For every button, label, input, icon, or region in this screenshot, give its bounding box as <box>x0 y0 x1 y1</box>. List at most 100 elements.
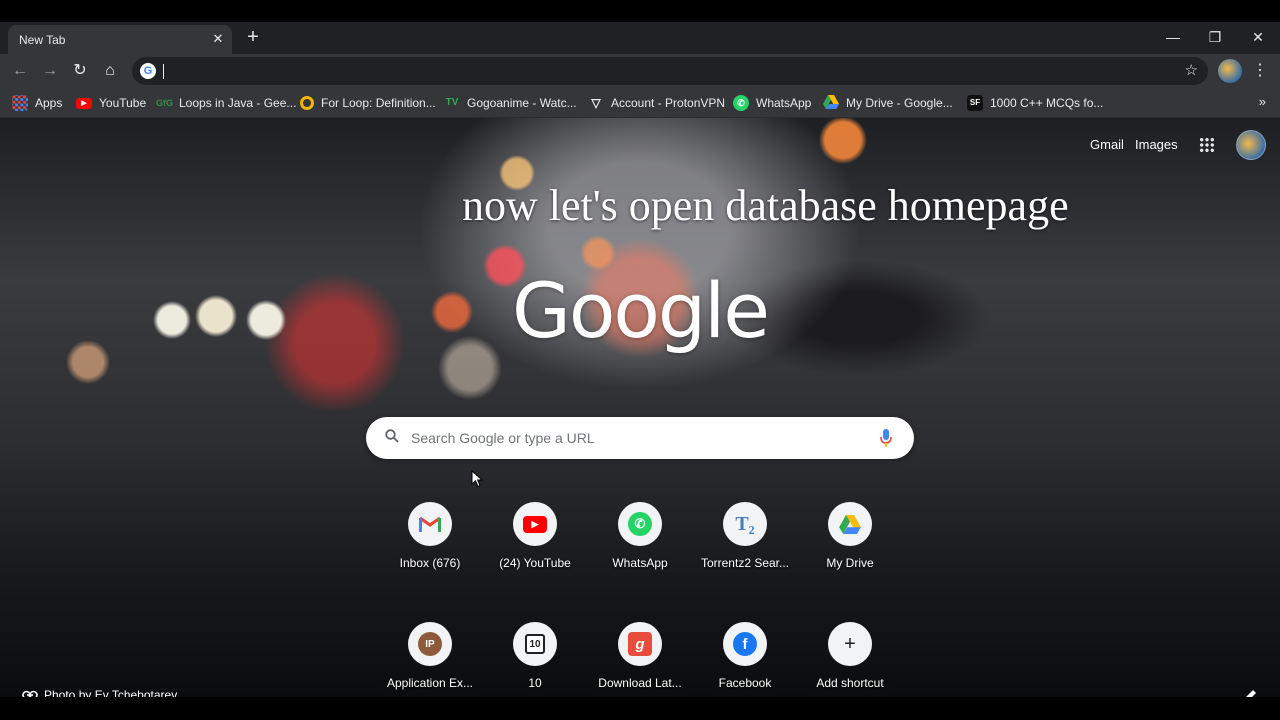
video-caption: now let's open database homepage <box>462 181 1069 230</box>
gogoanime-icon: TV <box>445 97 459 108</box>
bookmark-gogoanime[interactable]: TV Gogoanime - Watc... <box>444 94 577 112</box>
google-logo: Google <box>512 266 770 355</box>
shortcut-application-ex[interactable]: IP Application Ex... <box>378 622 482 697</box>
forward-button[interactable]: → <box>39 60 61 82</box>
shortcut-label: Inbox (676) <box>399 556 461 570</box>
tab-strip: New Tab ✕ + — ❐ ✕ <box>0 22 1280 54</box>
letterbox-top <box>0 0 1280 22</box>
bookmarks-bar: Apps ▶ YouTube GfG Loops in Java - Gee..… <box>0 88 1280 118</box>
bookmark-label: Gogoanime - Watc... <box>467 96 577 110</box>
whatsapp-icon: ✆ <box>628 512 652 536</box>
bookmark-apps[interactable]: Apps <box>12 94 62 112</box>
whatsapp-icon: ✆ <box>733 95 749 111</box>
images-link[interactable]: Images <box>1135 137 1178 152</box>
shortcut-tile: ▶ <box>513 502 557 546</box>
home-button[interactable]: ⌂ <box>99 60 121 82</box>
shortcut-10[interactable]: 10 10 <box>483 622 587 697</box>
shortcut-label: Application Ex... <box>386 676 474 690</box>
ten-icon: 10 <box>525 634 545 654</box>
g-tile-icon: g <box>628 632 652 656</box>
shortcut-label: (24) YouTube <box>499 556 571 570</box>
back-button[interactable]: ← <box>9 60 31 82</box>
shortcut-tile <box>828 502 872 546</box>
torrentz2-icon: T₂ <box>735 512 755 535</box>
shortcut-whatsapp[interactable]: ✆ WhatsApp <box>588 502 692 612</box>
bookmark-label: For Loop: Definition... <box>321 96 436 110</box>
gmail-icon <box>419 516 441 532</box>
bookmark-label: Account - ProtonVPN <box>611 96 726 110</box>
shortcut-inbox[interactable]: Inbox (676) <box>378 502 482 612</box>
shortcut-label: Torrentz2 Sear... <box>700 556 790 570</box>
geeksforgeeks-icon: GfG <box>156 98 173 108</box>
drive-icon <box>823 95 839 111</box>
shortcut-facebook[interactable]: f Facebook <box>693 622 797 697</box>
bookmark-youtube[interactable]: ▶ YouTube <box>76 94 146 112</box>
shortcut-tile: f <box>723 622 767 666</box>
bookmark-label: My Drive - Google... <box>846 96 953 110</box>
shortcut-label: WhatsApp <box>612 556 668 570</box>
shortcut-tile: ✆ <box>618 502 662 546</box>
bookmark-star-icon[interactable]: ☆ <box>1185 62 1198 80</box>
bookmark-whatsapp[interactable]: ✆ WhatsApp <box>733 94 811 112</box>
ip-icon: IP <box>418 632 442 656</box>
account-avatar[interactable] <box>1236 130 1266 160</box>
shortcut-youtube[interactable]: ▶ (24) YouTube <box>483 502 587 612</box>
bookmark-label: YouTube <box>99 96 147 110</box>
shortcut-tile: T₂ <box>723 502 767 546</box>
shortcut-download-lat[interactable]: g Download Lat... <box>588 622 692 697</box>
photo-attribution[interactable]: Photo by Ev Tchebotarev <box>22 688 177 697</box>
sanfoundry-icon: SF <box>967 95 983 111</box>
toolbar: ← → ↻ ⌂ G ☆ ⋮ <box>0 54 1280 88</box>
youtube-icon: ▶ <box>76 97 92 109</box>
minimize-button[interactable]: — <box>1163 27 1183 47</box>
reload-button[interactable]: ↻ <box>69 60 91 82</box>
plus-icon: + <box>844 632 856 655</box>
shortcut-my-drive[interactable]: My Drive <box>798 502 902 612</box>
bookmarks-overflow-icon[interactable]: » <box>1259 94 1266 109</box>
facebook-icon: f <box>733 632 757 656</box>
browser-window: New Tab ✕ + — ❐ ✕ ← → ↻ ⌂ G ☆ ⋮ Apps ▶ Y… <box>0 22 1280 697</box>
bookmark-protonvpn[interactable]: ▽ Account - ProtonVPN <box>588 94 725 112</box>
bookmark-loops-java[interactable]: GfG Loops in Java - Gee... <box>156 94 296 112</box>
shortcut-tile: IP <box>408 622 452 666</box>
tab-title: New Tab <box>19 33 66 47</box>
chrome-menu-button[interactable]: ⋮ <box>1252 60 1268 82</box>
tab-close-icon[interactable]: ✕ <box>210 31 226 47</box>
shortcut-label: 10 <box>528 676 542 690</box>
microphone-icon[interactable] <box>879 428 893 448</box>
shortcut-tile: 10 <box>513 622 557 666</box>
google-g-icon: G <box>140 63 156 79</box>
close-window-button[interactable]: ✕ <box>1248 27 1268 47</box>
tab-new-tab[interactable]: New Tab ✕ <box>8 25 232 54</box>
shortcut-tile: + <box>828 622 872 666</box>
shortcut-torrentz2[interactable]: T₂ Torrentz2 Sear... <box>693 502 797 612</box>
bookmark-label: Apps <box>35 96 63 110</box>
shortcut-tile: g <box>618 622 662 666</box>
gmail-link[interactable]: Gmail <box>1090 137 1124 152</box>
bookmark-my-drive[interactable]: My Drive - Google... <box>823 94 953 112</box>
omnibox-input[interactable] <box>168 61 1168 81</box>
shortcut-label: Download Lat... <box>598 676 682 690</box>
text-caret <box>163 64 164 79</box>
new-tab-button[interactable]: + <box>244 27 262 47</box>
search-box[interactable] <box>366 417 914 459</box>
profile-avatar[interactable] <box>1218 59 1242 83</box>
ring-icon <box>300 96 314 110</box>
drive-icon <box>839 514 861 534</box>
omnibox[interactable]: G ☆ <box>132 57 1208 85</box>
protonvpn-icon: ▽ <box>591 96 601 110</box>
customize-pencil-icon[interactable] <box>1242 688 1258 697</box>
restore-button[interactable]: ❐ <box>1205 27 1225 47</box>
google-apps-icon[interactable] <box>1199 137 1215 153</box>
bookmark-label: WhatsApp <box>756 96 812 110</box>
attribution-link[interactable]: Photo by Ev Tchebotarev <box>44 688 177 697</box>
mouse-cursor-icon <box>471 470 483 488</box>
bookmark-label: 1000 C++ MCQs fo... <box>990 96 1104 110</box>
bookmark-label: Loops in Java - Gee... <box>179 96 297 110</box>
search-input[interactable] <box>411 428 861 448</box>
bookmark-for-loop[interactable]: For Loop: Definition... <box>300 94 436 112</box>
shortcut-tile <box>408 502 452 546</box>
shortcut-label: Facebook <box>718 676 772 690</box>
shortcut-add[interactable]: + Add shortcut <box>798 622 902 697</box>
bookmark-cpp-mcqs[interactable]: SF 1000 C++ MCQs fo... <box>967 94 1103 112</box>
